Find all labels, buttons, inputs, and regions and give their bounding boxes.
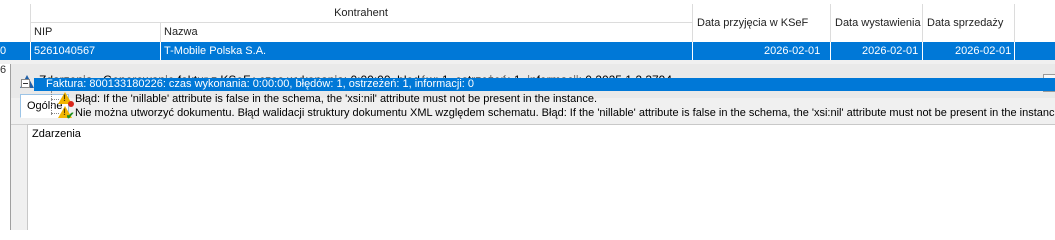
tree-item-error-label: Błąd: If the 'nillable' attribute is fal… bbox=[75, 93, 598, 105]
collapse-icon[interactable] bbox=[21, 79, 30, 88]
column-header-data-wystawienia[interactable]: Data wystawienia bbox=[830, 4, 922, 42]
cell-data-sprzedazy: 2026-02-01 bbox=[955, 45, 1012, 57]
column-header-data-ksef[interactable]: Data przyjęcia w KSeF bbox=[692, 4, 830, 42]
row-marker: 6 bbox=[0, 64, 7, 76]
cell-data-wystawienia: 2026-02-01 bbox=[862, 45, 919, 57]
tree-item-root-label: Faktura: 800133180226: czas wykonania: 0… bbox=[46, 78, 475, 90]
group-header-kontrahent: Kontrahent bbox=[30, 4, 692, 23]
tree-item-warning[interactable]: Nie można utworzyć dokumentu. Błąd walid… bbox=[75, 107, 1055, 120]
cell-nip: 5261040567 bbox=[34, 45, 96, 57]
row-number: 0 bbox=[0, 45, 7, 57]
checkmark-icon: ✔ bbox=[66, 111, 75, 122]
column-header-data-sprzedazy[interactable]: Data sprzedaży bbox=[922, 4, 1014, 42]
invoice-grid: Kontrahent NIP Nazwa Data przyjęcia w KS… bbox=[0, 0, 1055, 64]
column-header-nip[interactable]: NIP bbox=[30, 22, 160, 42]
tree-item-warning-label: Nie można utworzyć dokumentu. Błąd walid… bbox=[75, 107, 1055, 119]
cell-data-ksef: 2026-02-01 bbox=[764, 45, 821, 57]
table-row[interactable]: 0 5261040567 T-Mobile Polska S.A. 2026-0… bbox=[0, 42, 1055, 60]
events-panel: Zdarzenia bbox=[27, 124, 1055, 230]
column-header-nazwa[interactable]: Nazwa bbox=[160, 22, 692, 42]
tree-item-root[interactable]: Faktura: 800133180226: czas wykonania: 0… bbox=[34, 78, 1055, 91]
tree-item-error[interactable]: Błąd: If the 'nillable' attribute is fal… bbox=[75, 93, 597, 106]
panel-label: Zdarzenia bbox=[32, 128, 81, 140]
cell-nazwa: T-Mobile Polska S.A. bbox=[164, 45, 267, 57]
